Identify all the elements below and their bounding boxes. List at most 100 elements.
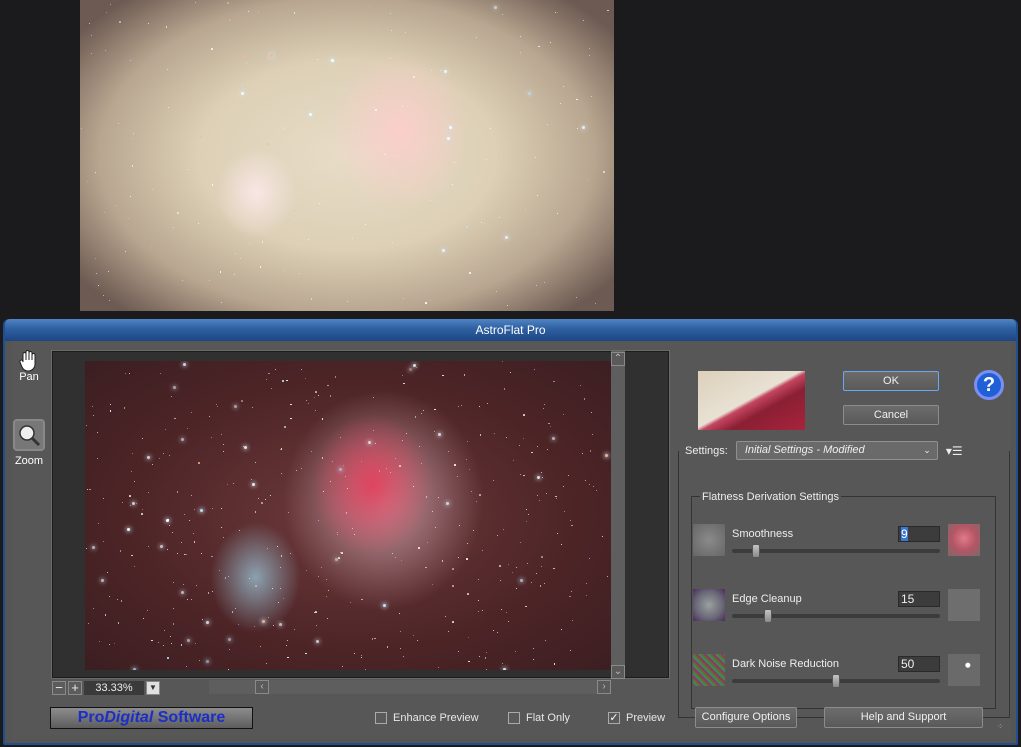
preview-checkbox[interactable]: ✓ Preview (608, 712, 665, 724)
star (458, 650, 460, 652)
star (425, 302, 427, 304)
star (519, 474, 521, 476)
dark-noise-input[interactable]: 50 (898, 656, 940, 672)
star (92, 415, 94, 417)
scroll-right-button[interactable]: › (597, 680, 611, 694)
star (582, 20, 584, 22)
enhance-preview-checkbox[interactable]: Enhance Preview (375, 712, 479, 724)
pan-tool[interactable]: Pan (9, 349, 49, 383)
slider-thumb[interactable] (764, 609, 772, 623)
star (227, 2, 229, 4)
star (329, 481, 331, 483)
edge-cleanup-input[interactable]: 15 (898, 591, 940, 607)
star (501, 361, 503, 363)
checkbox-box[interactable] (375, 712, 387, 724)
star (503, 667, 507, 670)
star (269, 494, 271, 496)
star (151, 188, 153, 190)
star (533, 647, 535, 649)
star (148, 23, 150, 25)
slider-thumb[interactable] (752, 544, 760, 558)
star (469, 272, 471, 274)
star (116, 599, 118, 601)
settings-menu-icon[interactable]: ▾☰ (946, 444, 963, 458)
star (418, 547, 420, 549)
star (482, 550, 484, 552)
help-icon[interactable]: ? (974, 370, 1004, 400)
star (266, 379, 268, 381)
configure-options-button[interactable]: Configure Options (695, 707, 797, 728)
star (425, 189, 427, 191)
star (173, 386, 177, 390)
zoom-in-button[interactable]: + (68, 680, 82, 695)
zoom-out-button[interactable]: − (52, 680, 66, 695)
prodigital-logo[interactable]: ProDigital Software (50, 707, 253, 729)
star (326, 617, 328, 619)
star (537, 233, 539, 235)
star (172, 582, 174, 584)
star (494, 5, 498, 9)
settings-dropdown[interactable]: Initial Settings - Modified ⌄ (735, 441, 938, 460)
star (495, 290, 498, 293)
star (466, 226, 468, 228)
zoom-level-field[interactable]: 33.33% (84, 680, 144, 695)
star (591, 96, 593, 98)
star (354, 533, 356, 535)
star (548, 422, 550, 425)
image-view[interactable] (51, 350, 670, 679)
star (588, 47, 590, 49)
star (372, 429, 374, 431)
title-bar[interactable]: AstroFlat Pro (5, 319, 1016, 341)
star (90, 34, 93, 37)
zoom-tool[interactable]: Zoom (9, 419, 49, 467)
star (461, 404, 463, 406)
astroflat-dialog: AstroFlat Pro Pan Zoom ⌃ ⌄ ‹ › − + 33.33… (3, 319, 1018, 745)
star (405, 32, 407, 34)
star (346, 488, 348, 490)
star (177, 212, 179, 214)
star (229, 19, 231, 21)
smoothness-slider[interactable] (732, 544, 940, 558)
star (431, 584, 433, 586)
star (499, 565, 501, 567)
star (384, 153, 386, 156)
star (310, 451, 312, 453)
star (222, 537, 224, 539)
ok-button[interactable]: OK (843, 371, 939, 391)
cancel-button[interactable]: Cancel (843, 405, 939, 425)
edge-cleanup-slider[interactable] (732, 609, 940, 623)
star (601, 535, 604, 538)
scroll-down-button[interactable]: ⌄ (611, 665, 625, 679)
scroll-left-button[interactable]: ‹ (255, 680, 269, 694)
star (238, 530, 240, 532)
star (467, 636, 469, 638)
star (547, 124, 548, 126)
star (293, 121, 295, 123)
star (158, 641, 160, 643)
star (505, 436, 507, 438)
flat-only-checkbox[interactable]: Flat Only (508, 712, 570, 724)
star (476, 263, 479, 265)
resize-grip[interactable]: ⁘ (997, 723, 1009, 737)
preview-image[interactable] (85, 361, 618, 670)
vertical-scrollbar[interactable]: ⌃ ⌄ (611, 351, 625, 679)
star (364, 224, 366, 226)
star (371, 638, 373, 640)
slider-thumb[interactable] (832, 674, 840, 688)
star (89, 488, 91, 491)
dark-noise-slider[interactable] (732, 674, 940, 688)
star (283, 598, 285, 600)
checkmark-icon[interactable]: ✓ (608, 712, 620, 724)
star (267, 616, 269, 618)
checkbox-box[interactable] (508, 712, 520, 724)
star (496, 631, 498, 633)
star (190, 598, 193, 601)
horizontal-scrollbar[interactable]: ‹ › (209, 680, 611, 694)
zoom-dropdown-button[interactable]: ▼ (146, 680, 160, 695)
help-and-support-button[interactable]: Help and Support (824, 707, 983, 728)
smoothness-input[interactable]: 9 (898, 526, 940, 542)
star (351, 237, 353, 239)
star (87, 622, 89, 624)
scroll-up-button[interactable]: ⌃ (611, 352, 625, 366)
star (173, 227, 175, 229)
